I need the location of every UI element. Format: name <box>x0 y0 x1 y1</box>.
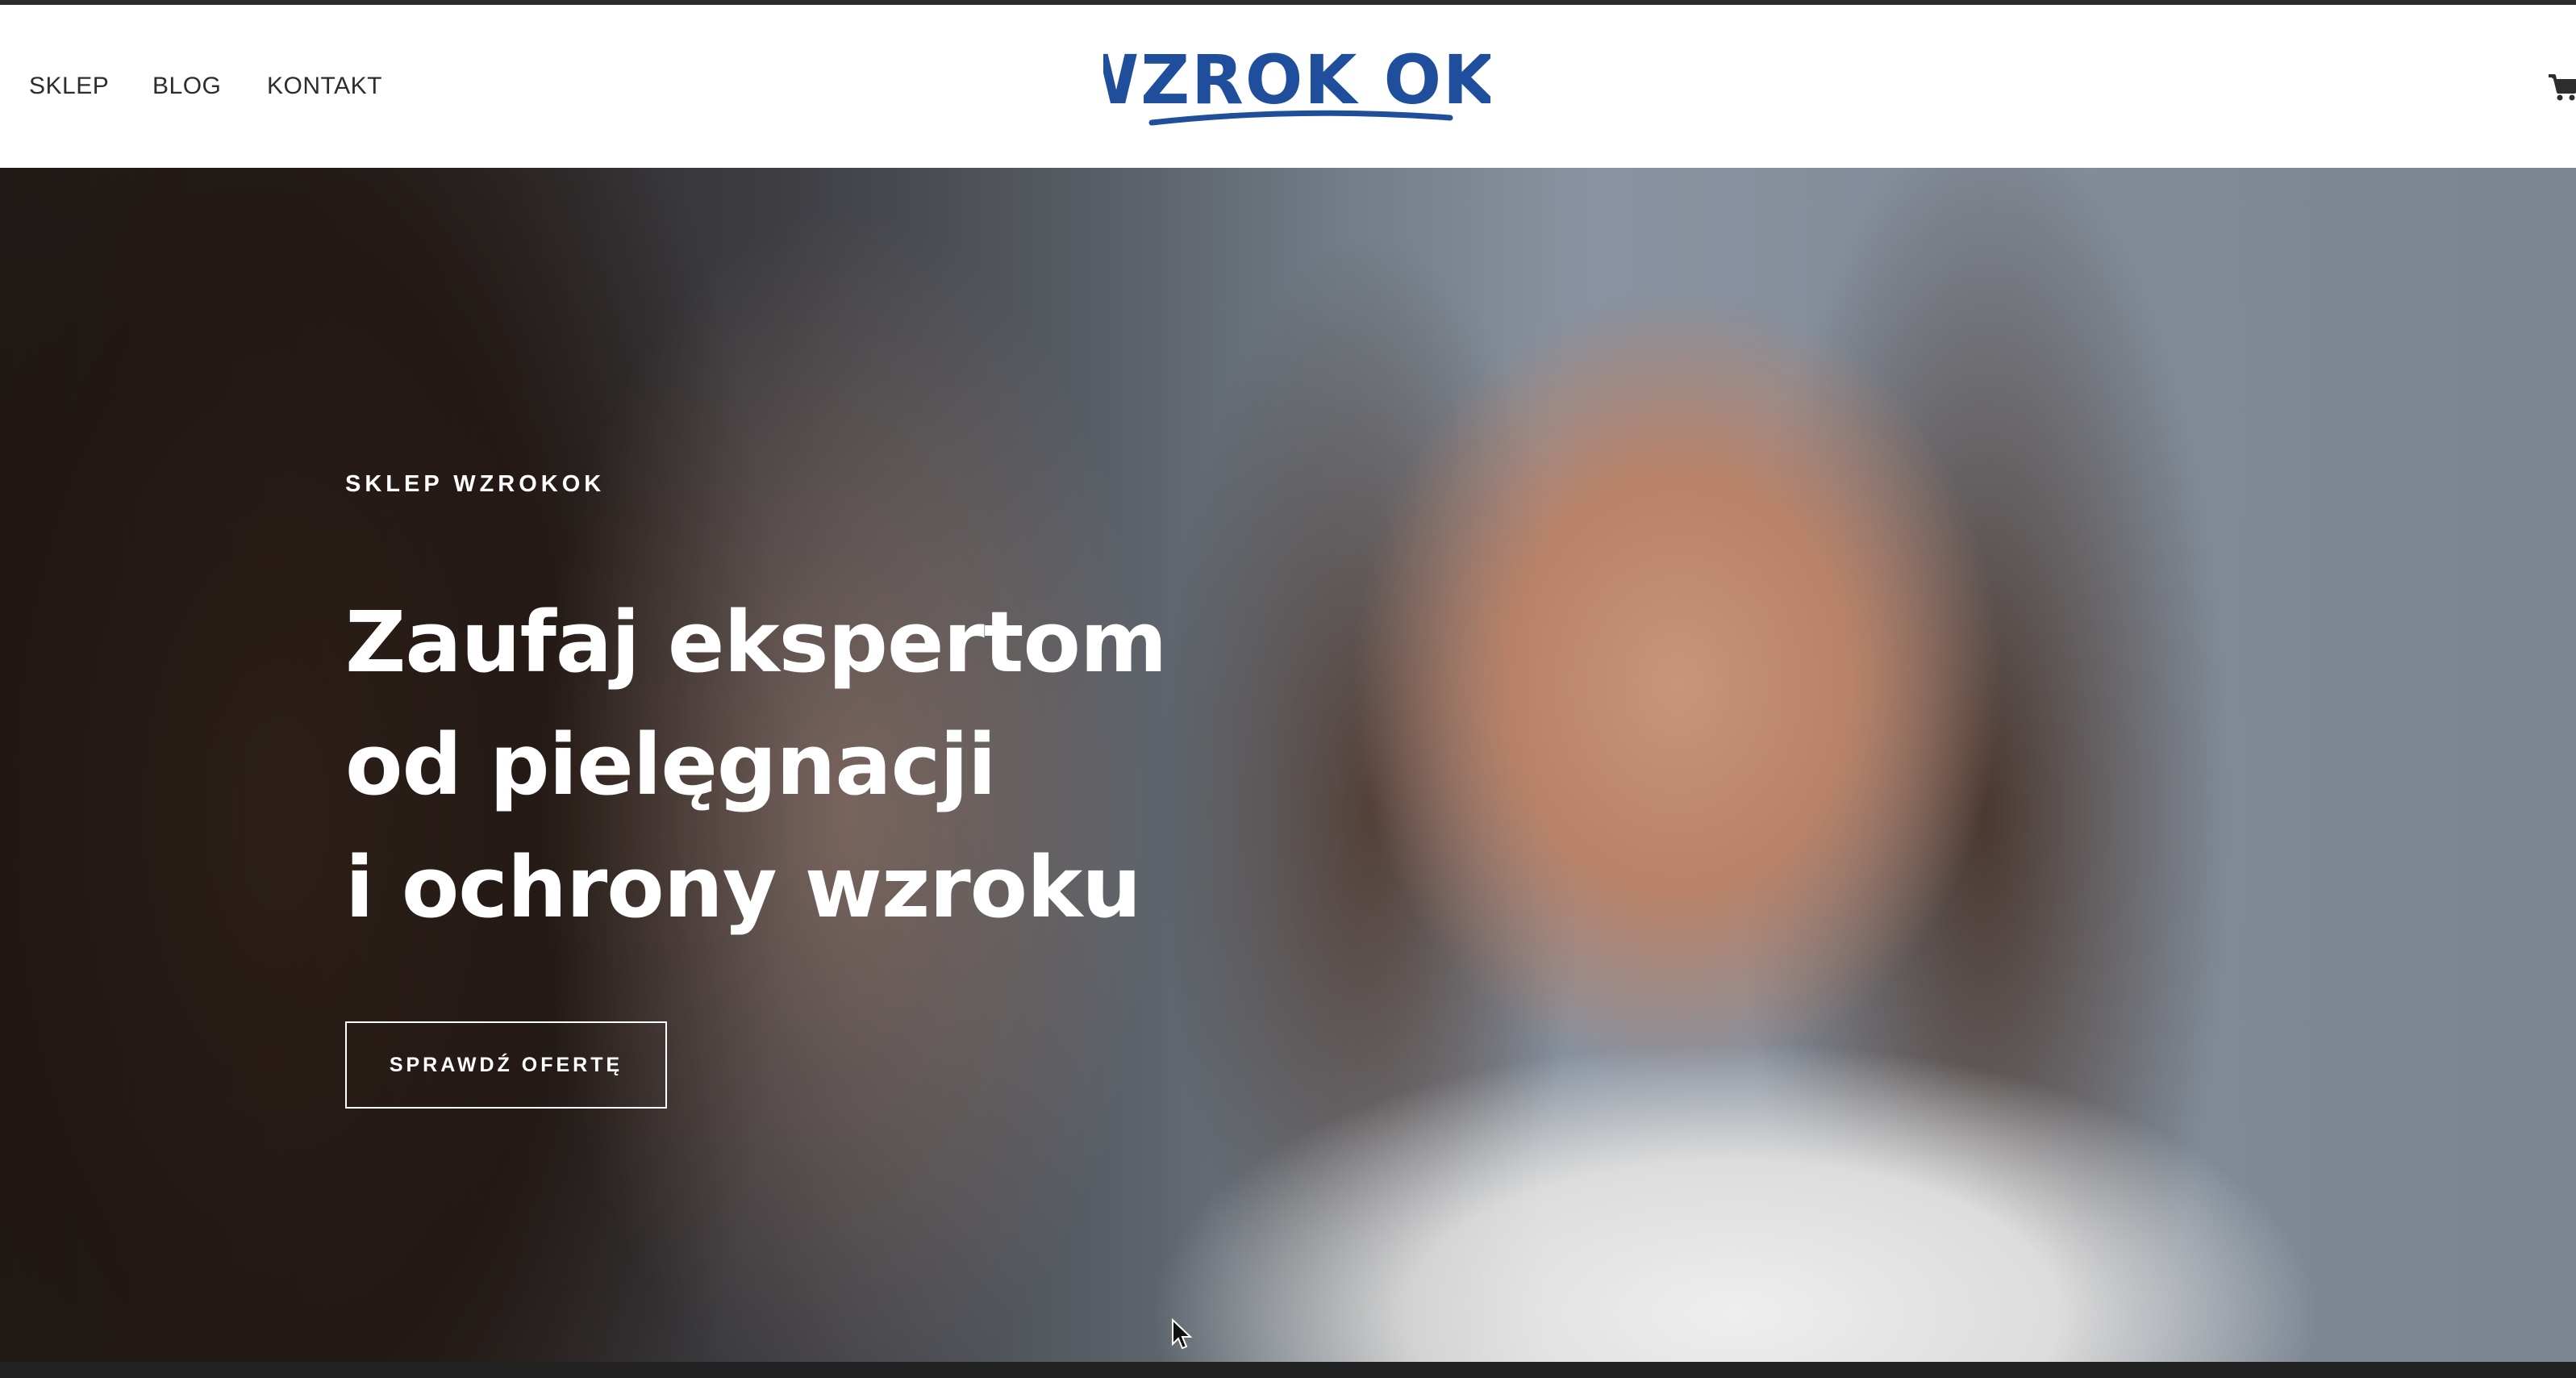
site-logo[interactable]: WZROK OK! <box>1065 40 1528 137</box>
hero-headline: Zaufaj ekspertom od pielęgnacji i ochron… <box>345 581 1232 949</box>
logo-graphic: WZROK OK! <box>1065 40 1528 126</box>
nav-link-blog[interactable]: BLOG <box>152 73 221 100</box>
headline-line-1: Zaufaj ekspertom <box>345 593 1167 691</box>
hero-eyebrow: SKLEP WZROKOK <box>345 471 606 497</box>
logo-text: WZROK OK! <box>1103 40 1490 119</box>
cart-icon[interactable] <box>2547 71 2576 103</box>
site-header: SKLEP BLOG KONTAKT WZROK OK! <box>0 5 2576 168</box>
mouse-pointer-icon <box>1171 1317 1193 1351</box>
browser-bottom-edge <box>0 1362 2576 1378</box>
nav-link-sklep[interactable]: SKLEP <box>29 73 109 100</box>
headline-line-2: od pielęgnacji <box>345 716 997 814</box>
check-offer-button[interactable]: SPRAWDŹ OFERTĘ <box>345 1021 667 1109</box>
nav-link-kontakt[interactable]: KONTAKT <box>267 73 382 100</box>
hero-banner: SKLEP WZROKOK Zaufaj ekspertom od pielęg… <box>0 168 2576 1362</box>
headline-line-3: i ochrony wzroku <box>345 838 1141 937</box>
page: SKLEP BLOG KONTAKT WZROK OK! SKLEP WZROK… <box>0 0 2576 1378</box>
